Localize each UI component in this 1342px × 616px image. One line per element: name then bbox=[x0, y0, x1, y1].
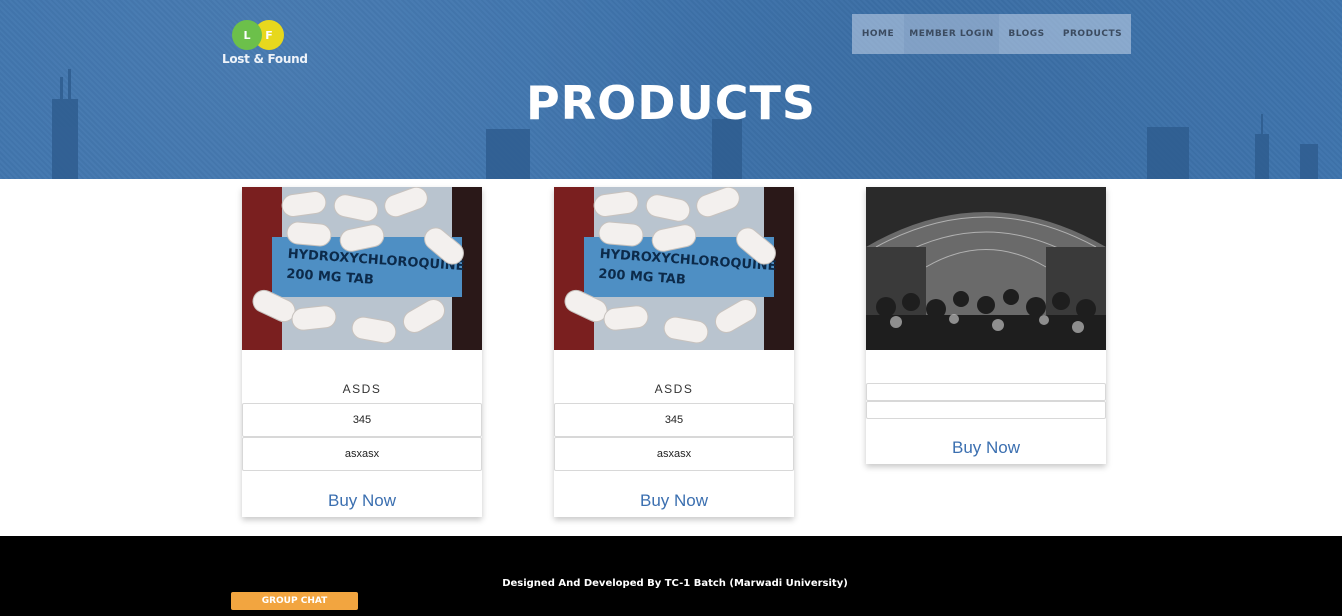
footer: Designed And Developed By TC-1 Batch (Ma… bbox=[0, 536, 1342, 616]
nav-products[interactable]: PRODUCTS bbox=[1054, 14, 1131, 54]
product-name bbox=[866, 350, 1106, 383]
product-image-pills[interactable]: HYDROXYCHLOROQUINE 200 MG TAB bbox=[554, 187, 794, 350]
nav-member-login[interactable]: MEMBER LOGIN bbox=[904, 14, 999, 54]
product-card: HYDROXYCHLOROQUINE 200 MG TAB ASDS 345 a… bbox=[554, 187, 794, 517]
brand-logo[interactable]: L F Lost & Found bbox=[222, 20, 308, 66]
product-description: asxasx bbox=[554, 437, 794, 471]
buy-now-link[interactable]: Buy Now bbox=[554, 471, 794, 517]
nav-blogs[interactable]: BLOGS bbox=[999, 14, 1054, 54]
product-description: asxasx bbox=[242, 437, 482, 471]
buy-now-link[interactable]: Buy Now bbox=[242, 471, 482, 517]
product-name: ASDS bbox=[342, 382, 382, 396]
hero-header: L F Lost & Found HOME MEMBER LOGIN BLOGS… bbox=[0, 0, 1342, 179]
product-card: Buy Now bbox=[866, 187, 1106, 464]
product-description bbox=[866, 401, 1106, 419]
logo-green-circle: L bbox=[232, 20, 262, 50]
logo-text: Lost & Found bbox=[222, 52, 308, 66]
product-card: HYDROXYCHLOROQUINE 200 MG TAB ASDS 345 a… bbox=[242, 187, 482, 517]
product-name: ASDS bbox=[654, 382, 694, 396]
product-price: 345 bbox=[554, 403, 794, 437]
product-price: 345 bbox=[242, 403, 482, 437]
product-price bbox=[866, 383, 1106, 401]
buy-now-link[interactable]: Buy Now bbox=[866, 419, 1106, 464]
main-nav: HOME MEMBER LOGIN BLOGS PRODUCTS bbox=[852, 14, 1131, 54]
nav-home[interactable]: HOME bbox=[852, 14, 904, 54]
group-chat-button[interactable]: GROUP CHAT bbox=[231, 592, 358, 610]
page-title: PRODUCTS bbox=[525, 76, 817, 130]
footer-credit: Designed And Developed By TC-1 Batch (Ma… bbox=[502, 578, 848, 589]
product-image-pills[interactable]: HYDROXYCHLOROQUINE 200 MG TAB bbox=[242, 187, 482, 350]
product-image-market[interactable] bbox=[866, 187, 1106, 350]
